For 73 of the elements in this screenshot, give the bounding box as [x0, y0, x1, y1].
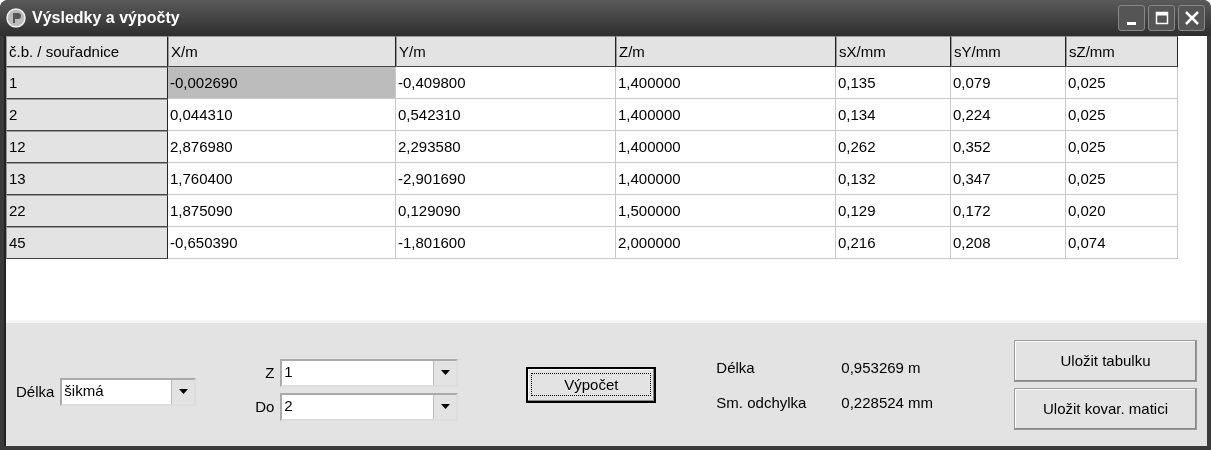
- length-dropdown[interactable]: šikmá: [60, 377, 197, 406]
- length-label: Délka: [16, 383, 55, 400]
- table-cell[interactable]: 0,134: [836, 99, 951, 131]
- row-header[interactable]: 45: [6, 227, 168, 259]
- table-cell[interactable]: 0,079: [951, 67, 1066, 99]
- table-cell[interactable]: 0,129090: [396, 195, 616, 227]
- table-cell[interactable]: 0,224: [951, 99, 1066, 131]
- table-cell[interactable]: 0,025: [1066, 131, 1178, 163]
- table-cell[interactable]: -2,901690: [396, 163, 616, 195]
- column-header[interactable]: sZ/mm: [1066, 36, 1178, 67]
- table-cell[interactable]: 0,208: [951, 227, 1066, 259]
- table-cell[interactable]: 2,876980: [168, 131, 396, 163]
- table-cell[interactable]: 0,074: [1066, 227, 1178, 259]
- table-cell[interactable]: 0,352: [951, 131, 1066, 163]
- table-cell[interactable]: -0,650390: [168, 227, 396, 259]
- table-cell[interactable]: -0,409800: [396, 67, 616, 99]
- from-label: Z: [264, 364, 275, 381]
- table-cell[interactable]: -1,801600: [396, 227, 616, 259]
- table-cell[interactable]: 0,216: [836, 227, 951, 259]
- table-cell[interactable]: 0,347: [951, 163, 1066, 195]
- to-dropdown[interactable]: 2: [280, 392, 459, 421]
- table-cell[interactable]: 0,025: [1066, 163, 1178, 195]
- row-header[interactable]: 22: [6, 195, 168, 227]
- column-header[interactable]: Y/m: [396, 36, 616, 67]
- table-cell[interactable]: 1,875090: [168, 195, 396, 227]
- close-button[interactable]: [1178, 5, 1205, 31]
- table-cell[interactable]: 1,400000: [616, 163, 836, 195]
- column-header[interactable]: sY/mm: [951, 36, 1066, 67]
- close-icon: [1183, 10, 1200, 26]
- result-value: 0,953269 m: [841, 358, 921, 376]
- row-header[interactable]: 13: [6, 163, 168, 195]
- table-cell[interactable]: 1,760400: [168, 163, 396, 195]
- table-cell[interactable]: 0,129: [836, 195, 951, 227]
- from-dropdown[interactable]: 1: [280, 358, 459, 387]
- maximize-icon: [1154, 11, 1169, 25]
- table-cell[interactable]: 1,400000: [616, 99, 836, 131]
- caret-icon: [178, 389, 188, 394]
- save-button[interactable]: Uložit tabulku: [1014, 339, 1197, 382]
- app-icon: [6, 8, 26, 28]
- maximize-button[interactable]: [1148, 5, 1175, 31]
- column-header[interactable]: X/m: [168, 36, 396, 67]
- column-header[interactable]: sX/mm: [836, 36, 951, 67]
- row-header[interactable]: 2: [6, 99, 168, 131]
- minimize-icon: [1127, 21, 1136, 25]
- table-cell[interactable]: 1,400000: [616, 67, 836, 99]
- to-label: Do: [254, 398, 275, 415]
- caret-icon: [440, 370, 450, 375]
- table-cell[interactable]: 0,132: [836, 163, 951, 195]
- minimize-button[interactable]: [1118, 5, 1145, 31]
- table-cell[interactable]: 0,135: [836, 67, 951, 99]
- caret-icon: [440, 404, 450, 409]
- table-cell[interactable]: 1,500000: [616, 195, 836, 227]
- table-cell[interactable]: 0,262: [836, 131, 951, 163]
- save-button[interactable]: Uložit kovar. matici: [1014, 387, 1197, 430]
- table-cell[interactable]: 0,020: [1066, 195, 1178, 227]
- result-value: 0,228524 mm: [841, 393, 934, 411]
- table-cell[interactable]: 1,400000: [616, 131, 836, 163]
- table-cell[interactable]: 0,025: [1066, 99, 1178, 131]
- compute-button[interactable]: Výpočet: [526, 366, 657, 403]
- row-header[interactable]: 1: [6, 67, 168, 99]
- result-label: Sm. odchylka: [716, 393, 808, 411]
- table-cell[interactable]: 2,293580: [396, 131, 616, 163]
- table-cell[interactable]: 0,172: [951, 195, 1066, 227]
- table-cell[interactable]: 2,000000: [616, 227, 836, 259]
- result-label: Délka: [716, 358, 756, 376]
- row-header[interactable]: 12: [6, 131, 168, 163]
- column-header[interactable]: č.b. / souřadnice: [6, 36, 168, 67]
- column-header[interactable]: Z/m: [616, 36, 836, 67]
- table-cell[interactable]: 0,044310: [168, 99, 396, 131]
- window-title: Výsledky a výpočty: [32, 9, 180, 27]
- table-cell[interactable]: 0,542310: [396, 99, 616, 131]
- table-cell[interactable]: 0,025: [1066, 67, 1178, 99]
- table-cell[interactable]: -0,002690: [168, 67, 396, 99]
